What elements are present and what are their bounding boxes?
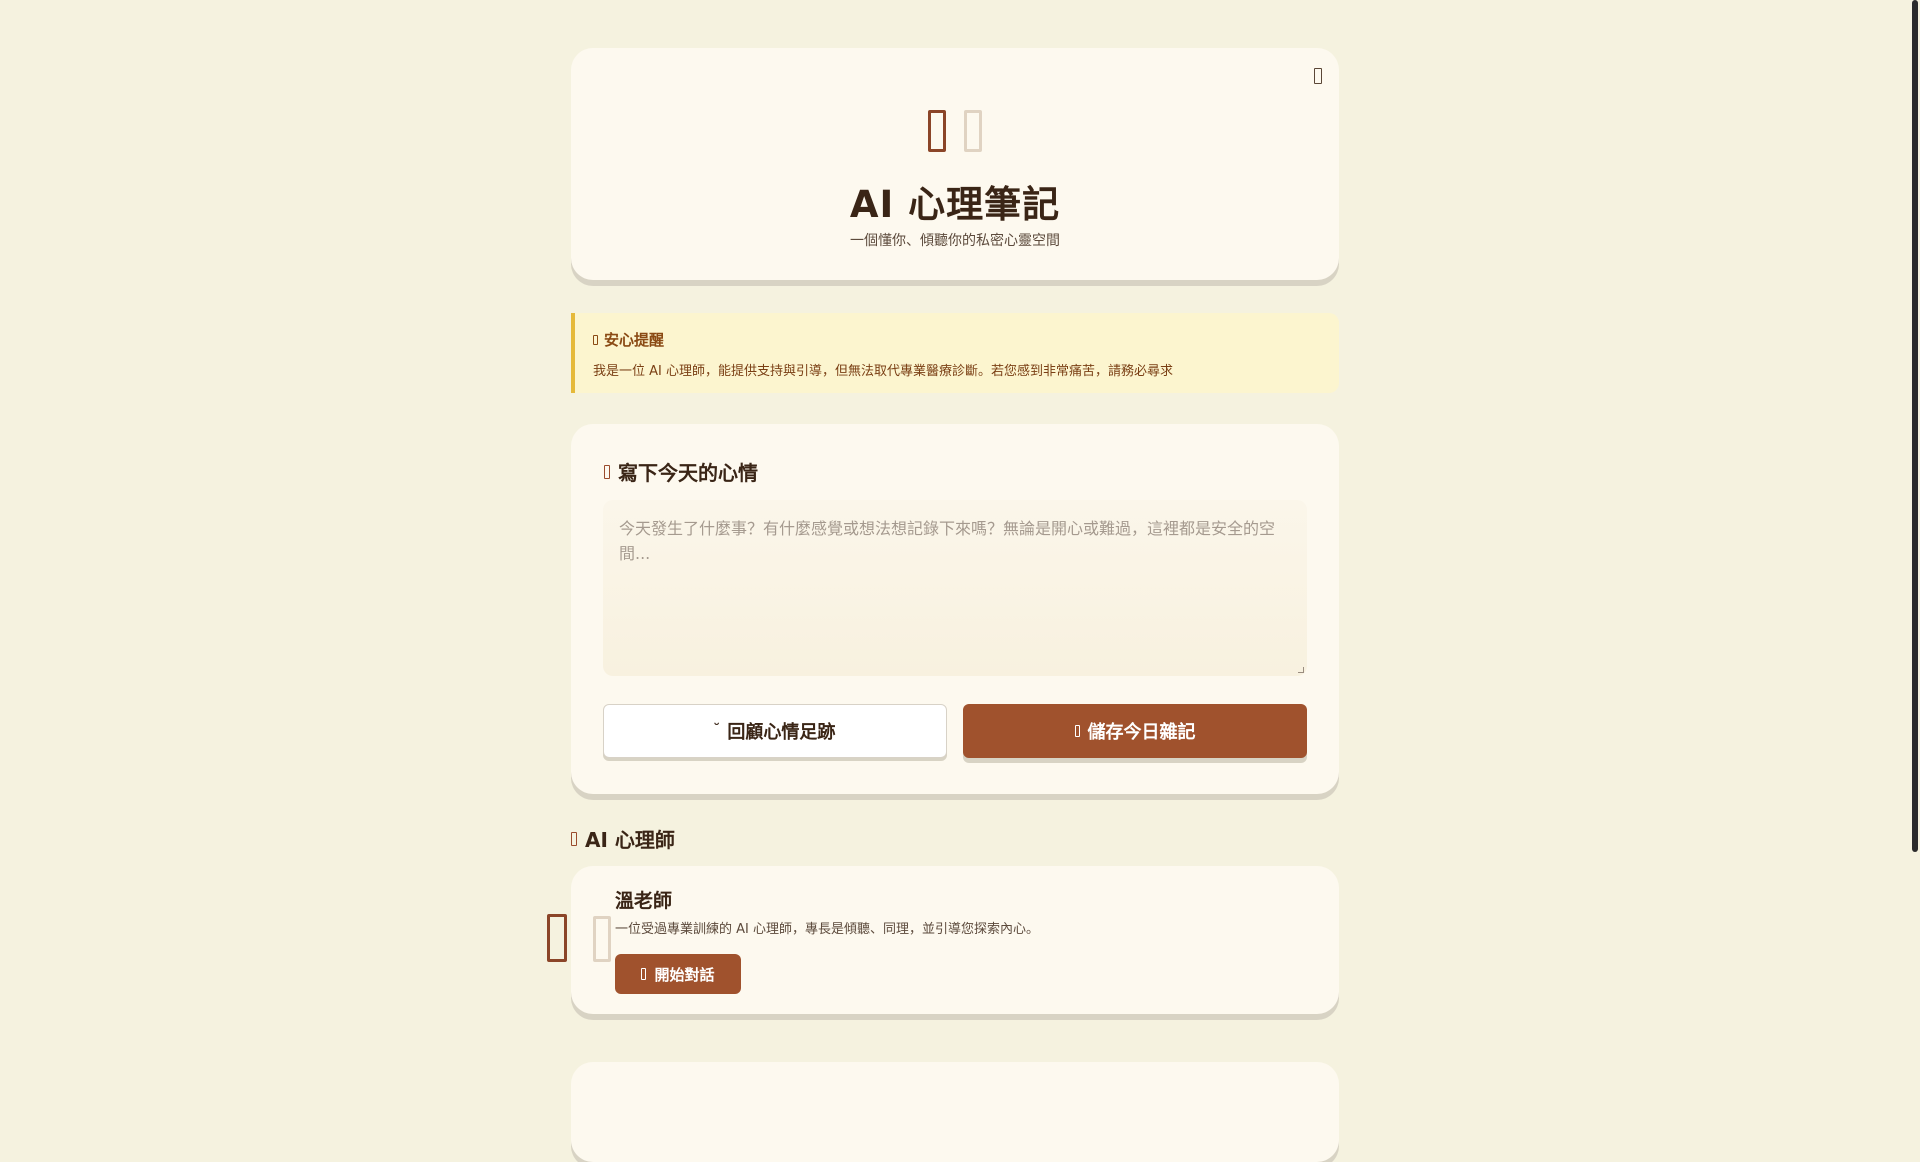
journal-textarea[interactable] <box>603 500 1307 676</box>
therapist-card: 溫老師 一位受過專業訓練的 AI 心理師，專長是傾聽、同理，並引導您探索內心。 … <box>547 866 1339 1014</box>
shield-icon <box>593 334 598 345</box>
safety-notice: 安心提醒 我是一位 AI 心理師，能提供支持與引導，但無法取代專業醫療診斷。若您… <box>571 313 1339 393</box>
page: AI 心理筆記 一個懂你、傾聽你的私密心靈空間 安心提醒 我是一位 AI 心理師… <box>547 48 1339 1162</box>
save-journal-button-label: 儲存今日雜記 <box>1087 722 1196 742</box>
page-subtitle: 一個懂你、傾聽你的私密心靈空間 <box>850 233 1060 249</box>
header-card: AI 心理筆記 一個懂你、傾聽你的私密心靈空間 <box>571 48 1339 280</box>
journal-card: 寫下今天的心情 ˘ 回顧心情足跡 儲存今日雜記 <box>571 424 1339 794</box>
start-chat-button[interactable]: 開始對話 <box>615 954 741 994</box>
pen-icon <box>604 464 610 479</box>
scrollbar-thumb[interactable] <box>1912 0 1918 852</box>
theme-toggle-icon[interactable] <box>1314 68 1322 84</box>
leaf-icon <box>964 110 982 152</box>
page-title: AI 心理筆記 <box>849 183 1061 226</box>
start-chat-button-label: 開始對話 <box>654 966 715 984</box>
save-icon <box>1074 725 1080 737</box>
save-journal-button[interactable]: 儲存今日雜記 <box>963 704 1307 758</box>
therapist-section-title-text: AI 心理師 <box>585 828 675 852</box>
safety-notice-text: 我是一位 AI 心理師，能提供支持與引導，但無法取代專業醫療診斷。若您感到非常痛… <box>593 364 1173 379</box>
therapist-name: 溫老師 <box>615 890 673 912</box>
review-mood-button[interactable]: ˘ 回顧心情足跡 <box>603 704 947 758</box>
next-card <box>571 1062 1339 1162</box>
safety-notice-title-text: 安心提醒 <box>604 331 665 349</box>
safety-notice-title: 安心提醒 <box>593 329 1339 350</box>
avatar-accent-icon <box>593 916 611 962</box>
therapist-section-title: AI 心理師 <box>571 824 675 853</box>
chevron-icon: ˘ <box>714 720 720 736</box>
journal-icon <box>928 110 946 152</box>
resize-handle[interactable] <box>1298 667 1304 673</box>
journal-section-title-text: 寫下今天的心情 <box>618 461 758 485</box>
logo <box>571 110 1339 162</box>
avatar-icon <box>547 914 567 962</box>
heart-icon <box>571 831 577 846</box>
therapist-description: 一位受過專業訓練的 AI 心理師，專長是傾聽、同理，並引導您探索內心。 <box>615 922 1039 937</box>
chat-icon <box>641 968 647 980</box>
journal-section-title: 寫下今天的心情 <box>604 457 758 486</box>
review-mood-button-label: 回顧心情足跡 <box>727 722 836 742</box>
